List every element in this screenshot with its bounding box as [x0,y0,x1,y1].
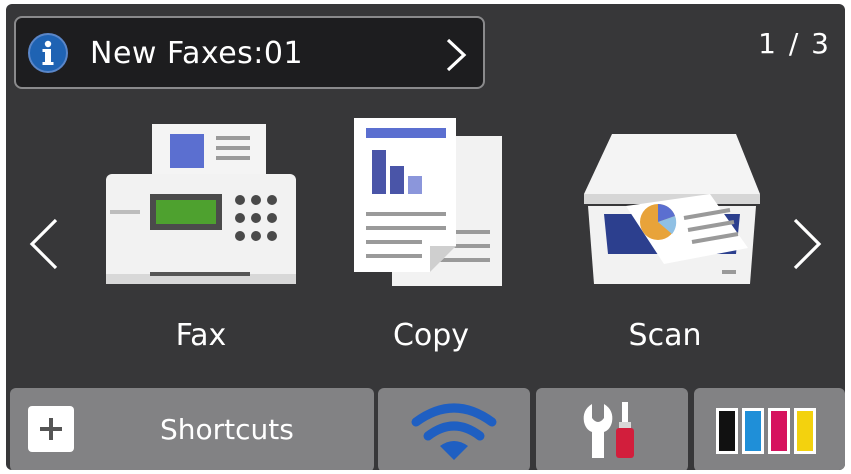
copy-button[interactable]: Copy [326,114,536,364]
info-icon [28,33,68,73]
fax-button[interactable]: Fax [96,114,306,364]
fax-label: Fax [175,318,227,353]
new-faxes-notification[interactable]: New Faxes:01 [14,16,485,89]
ink-yellow [797,411,813,451]
page-indicator: 1 / 3 [758,27,831,60]
wifi-icon [411,403,497,460]
scanner-icon [584,134,760,284]
chevron-left-icon[interactable] [26,216,62,272]
chevron-right-icon [446,38,467,72]
ink-button[interactable] [694,388,845,470]
shortcuts-button[interactable]: Shortcuts [10,388,374,470]
ink-black [719,411,735,451]
scan-button[interactable]: Scan [560,114,770,364]
settings-button[interactable] [536,388,688,470]
ink-cartridges-icon [716,408,816,454]
printer-home-screen: New Faxes:01 1 / 3 Fax Copy Scan Shortcu… [6,4,845,470]
copy-documents-icon [354,118,502,286]
notification-label: New Faxes:01 [90,36,304,71]
fax-machine-icon [106,124,296,284]
scan-label: Scan [628,318,702,353]
chevron-right-icon[interactable] [789,216,825,272]
plus-icon [28,406,74,452]
wrench-screwdriver-icon [583,402,634,458]
shortcuts-label: Shortcuts [160,413,294,446]
copy-label: Copy [392,318,470,353]
wifi-button[interactable] [378,388,530,470]
ink-magenta [771,411,787,451]
ink-cyan [745,411,761,451]
